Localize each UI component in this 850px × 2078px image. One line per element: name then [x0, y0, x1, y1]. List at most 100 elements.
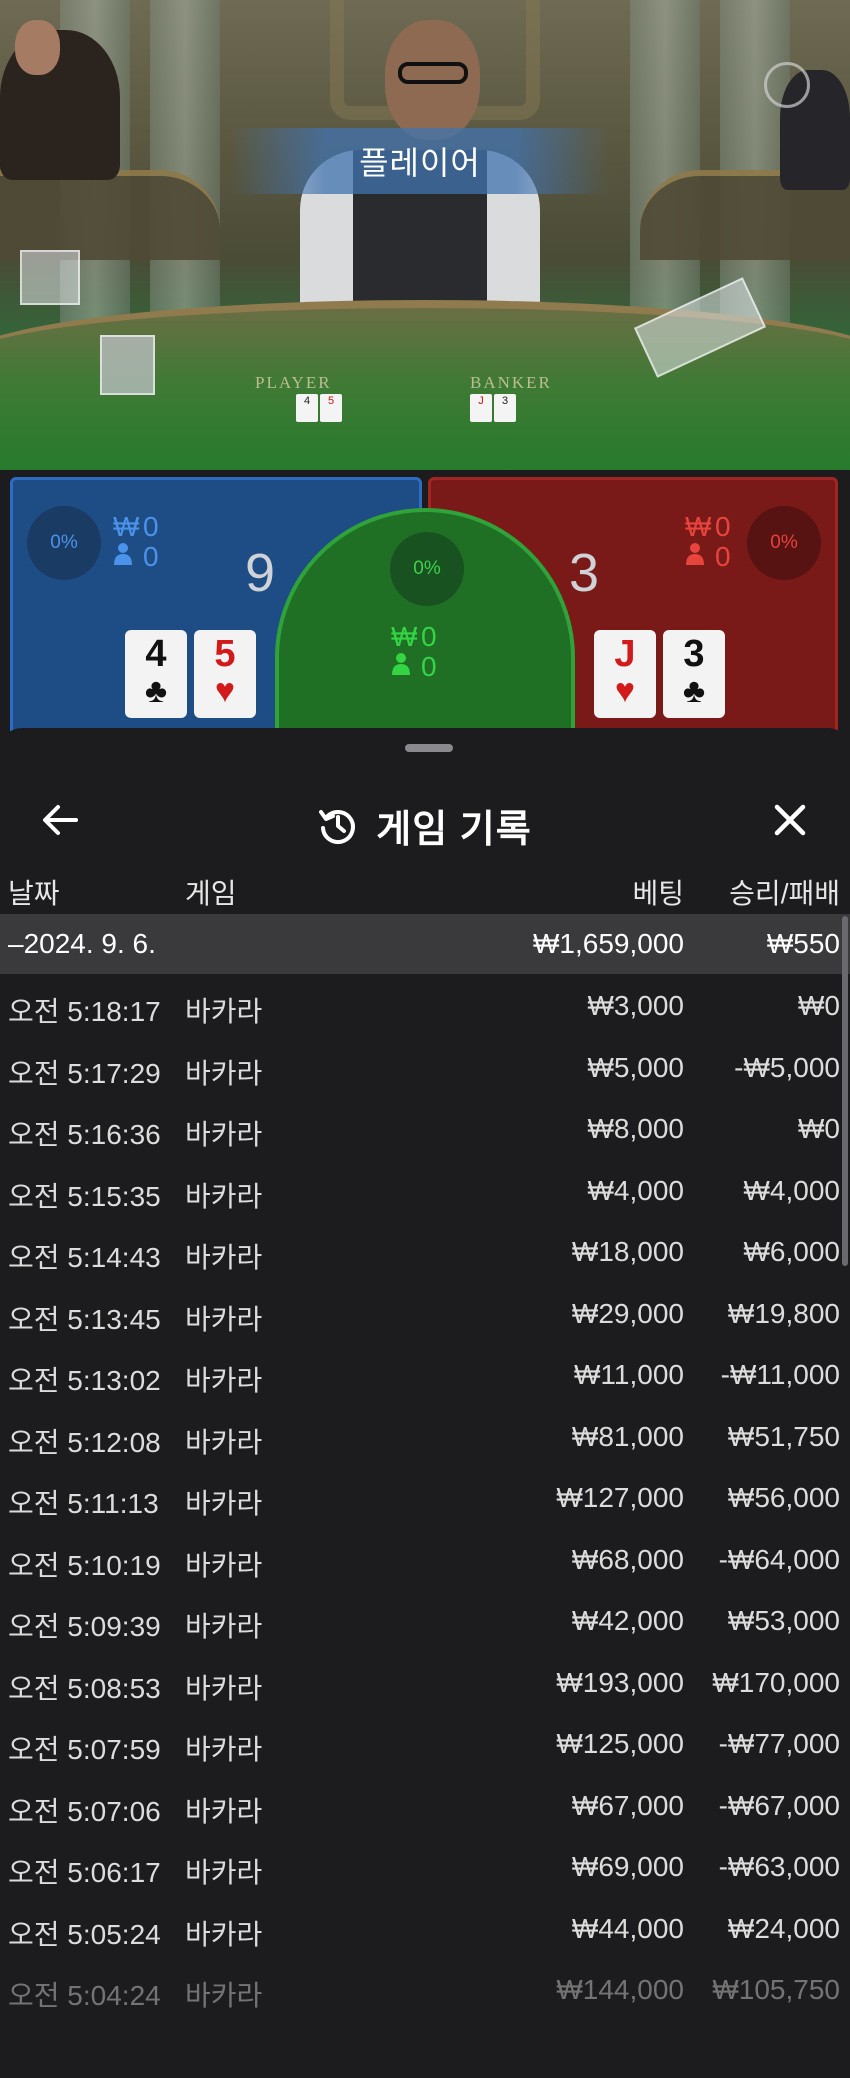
row-game: 바카라 — [185, 1980, 263, 2011]
row-time: 오전 5:13:45 — [8, 1303, 161, 1335]
dealer-glasses — [398, 62, 468, 84]
row-bet: ₩81,000 — [571, 1420, 684, 1452]
row-time: 오전 5:08:53 — [8, 1672, 161, 1704]
player-percent: 0% — [27, 506, 101, 580]
row-game: 바카라 — [185, 1057, 263, 1089]
banker-stats: ₩0 0 — [685, 512, 731, 572]
row-game: 바카라 — [185, 1672, 263, 1704]
row-time: 오전 5:15:35 — [8, 1180, 161, 1212]
row-game: 바카라 — [185, 1611, 263, 1642]
row-game: 바카라 — [185, 1918, 263, 1950]
row-bet: ₩42,000 — [571, 1605, 684, 1636]
person-icon — [685, 542, 715, 572]
table-row[interactable]: 오전 5:16:36 바카라 ₩8,000 ₩0 — [0, 1099, 850, 1161]
row-game: 바카라 — [185, 996, 263, 1027]
table-card: J — [470, 394, 492, 422]
scrollbar[interactable] — [842, 916, 848, 1266]
player-bettor-count: 0 — [143, 541, 159, 572]
live-video: PLAYER BANKER 4 5 J 3 플레이어 — [0, 0, 850, 470]
player-score: 9 — [245, 543, 276, 603]
row-game: 바카라 — [185, 1426, 263, 1458]
row-game: 바카라 — [185, 1734, 263, 1765]
sheet-title: 게임 기록 — [0, 798, 850, 853]
row-result: -₩5,000 — [734, 1051, 840, 1083]
result-banner: 플레이어 — [230, 128, 610, 194]
row-result: -₩63,000 — [718, 1851, 840, 1882]
row-time: 오전 5:05:24 — [8, 1918, 161, 1950]
row-result: ₩53,000 — [727, 1605, 840, 1636]
table-row[interactable]: 오전 5:10:19 바카라 ₩68,000 -₩64,000 — [0, 1530, 850, 1592]
table-card: 5 — [320, 394, 342, 422]
summary-bet: ₩1,659,000 — [533, 928, 684, 959]
row-bet: ₩8,000 — [587, 1113, 685, 1144]
row-game: 바카라 — [185, 1180, 263, 1212]
table-row[interactable]: 오전 5:13:02 바카라 ₩11,000 -₩11,000 — [0, 1345, 850, 1407]
tie-stats: ₩0 0 — [391, 622, 437, 682]
player-card-1: 4 ♣ — [125, 630, 187, 718]
row-bet: ₩193,000 — [556, 1666, 684, 1698]
table-row[interactable]: 오전 5:06:17 바카라 ₩69,000 -₩63,000 — [0, 1837, 850, 1899]
banker-area-label: BANKER — [470, 373, 552, 392]
row-game: 바카라 — [185, 1119, 263, 1150]
summary-date: –2024. 9. 6. — [8, 928, 156, 959]
table-row[interactable]: 오전 5:04:24 바카라 ₩144,000 ₩105,750 — [0, 1960, 850, 2022]
stream-settings-icon[interactable] — [764, 62, 810, 108]
card-shoe — [20, 250, 80, 305]
person-icon — [113, 542, 143, 572]
column-game: 게임 — [185, 878, 237, 909]
banker-score: 3 — [569, 543, 600, 603]
row-result: ₩105,750 — [712, 1974, 840, 2005]
row-bet: ₩125,000 — [556, 1728, 684, 1759]
table-row[interactable]: 오전 5:08:53 바카라 ₩193,000 ₩170,000 — [0, 1653, 850, 1715]
won-icon: ₩ — [113, 511, 140, 542]
banker-percent: 0% — [747, 506, 821, 580]
date-summary-row[interactable]: –2024. 9. 6. ₩1,659,000 ₩550 — [0, 914, 850, 974]
row-time: 오전 5:09:39 — [8, 1611, 161, 1642]
table-row[interactable]: 오전 5:14:43 바카라 ₩18,000 ₩6,000 — [0, 1222, 850, 1284]
tie-percent: 0% — [390, 532, 464, 606]
sheet-drag-handle[interactable] — [405, 744, 453, 752]
table-card: 3 — [494, 394, 516, 422]
player-area-label: PLAYER — [255, 373, 332, 392]
player-stats: ₩0 0 — [113, 512, 159, 572]
row-time: 오전 5:07:06 — [8, 1795, 161, 1827]
row-result: ₩19,800 — [727, 1297, 840, 1329]
table-row[interactable]: 오전 5:15:35 바카라 ₩4,000 ₩4,000 — [0, 1161, 850, 1223]
row-bet: ₩18,000 — [571, 1236, 684, 1267]
row-bet: ₩3,000 — [587, 990, 685, 1021]
background-person-face — [15, 20, 60, 75]
row-time: 오전 5:07:59 — [8, 1734, 161, 1765]
banker-card-2: 3 ♣ — [663, 630, 725, 718]
row-game: 바카라 — [185, 1549, 263, 1581]
row-result: ₩51,750 — [727, 1420, 840, 1452]
table-row[interactable]: 오전 5:12:08 바카라 ₩81,000 ₩51,750 — [0, 1407, 850, 1469]
row-result: -₩64,000 — [718, 1543, 840, 1575]
side-table — [0, 170, 220, 260]
table-row[interactable]: 오전 5:05:24 바카라 ₩44,000 ₩24,000 — [0, 1899, 850, 1961]
history-table: –2024. 9. 6. ₩1,659,000 ₩550 오전 5:18:17 바… — [0, 914, 850, 2022]
table-row[interactable]: 오전 5:07:06 바카라 ₩67,000 -₩67,000 — [0, 1776, 850, 1838]
row-bet: ₩127,000 — [556, 1482, 684, 1513]
banker-card-1: J ♥ — [594, 630, 656, 718]
table-row[interactable]: 오전 5:18:17 바카라 ₩3,000 ₩0 — [0, 976, 850, 1038]
row-game: 바카라 — [185, 1795, 263, 1827]
row-time: 오전 5:16:36 — [8, 1119, 161, 1150]
close-button[interactable] — [760, 790, 820, 850]
table-row[interactable]: 오전 5:17:29 바카라 ₩5,000 -₩5,000 — [0, 1038, 850, 1100]
row-time: 오전 5:17:29 — [8, 1057, 161, 1089]
table-row[interactable]: 오전 5:09:39 바카라 ₩42,000 ₩53,000 — [0, 1591, 850, 1653]
table-row[interactable]: 오전 5:07:59 바카라 ₩125,000 -₩77,000 — [0, 1714, 850, 1776]
table-row[interactable]: 오전 5:11:13 바카라 ₩127,000 ₩56,000 — [0, 1468, 850, 1530]
history-table-header: 날짜 게임 베팅 승리/패배 — [0, 866, 850, 916]
row-time: 오전 5:10:19 — [8, 1549, 161, 1581]
row-time: 오전 5:04:24 — [8, 1980, 161, 2011]
row-bet: ₩67,000 — [571, 1789, 684, 1821]
row-bet: ₩5,000 — [587, 1051, 685, 1083]
row-bet: ₩11,000 — [574, 1359, 684, 1390]
row-bet: ₩29,000 — [571, 1297, 684, 1329]
row-time: 오전 5:06:17 — [8, 1857, 161, 1888]
row-result: ₩24,000 — [727, 1912, 840, 1944]
row-bet: ₩4,000 — [587, 1174, 685, 1206]
person-icon — [391, 652, 421, 682]
table-row[interactable]: 오전 5:13:45 바카라 ₩29,000 ₩19,800 — [0, 1284, 850, 1346]
